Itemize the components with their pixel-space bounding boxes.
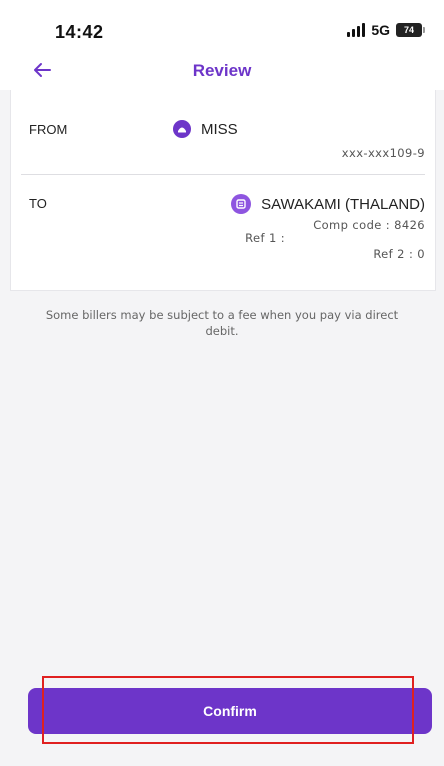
page-title: Review: [192, 61, 252, 80]
from-label: FROM: [29, 122, 68, 137]
network-type: 5G: [371, 22, 390, 38]
biller-icon: [231, 194, 252, 214]
from-name: MISS: [201, 120, 238, 138]
divider: [21, 174, 425, 175]
fee-notice: Some billers may be subject to a fee whe…: [45, 308, 399, 338]
ref-1: Ref 1 :: [245, 231, 285, 245]
to-name: SAWAKAMI (THALAND): [261, 195, 425, 213]
review-card: FROM MISS xxx-xxx109-9 TO SAWAKAMI (THAL…: [10, 90, 436, 291]
bank-icon: [173, 120, 191, 138]
comp-code: Comp code : 8426: [313, 218, 425, 232]
from-account-number: xxx-xxx109-9: [341, 146, 425, 160]
status-bar: 14:42 5G 74: [0, 0, 444, 54]
from-party: MISS: [173, 120, 238, 138]
signal-icon: [347, 23, 366, 37]
status-time: 14:42: [55, 22, 104, 42]
ref-2: Ref 2 : 0: [373, 247, 425, 261]
to-label: TO: [29, 196, 47, 211]
to-party: SAWAKAMI (THALAND): [231, 194, 425, 214]
header: Review: [0, 54, 444, 90]
confirm-button[interactable]: Confirm: [28, 688, 432, 734]
status-indicators: 5G 74: [347, 22, 425, 38]
battery-level: 74: [403, 25, 414, 35]
battery-icon: 74: [396, 23, 425, 37]
